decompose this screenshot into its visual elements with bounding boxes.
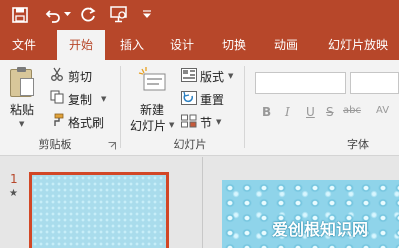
character-spacing-button[interactable]: AV bbox=[376, 105, 389, 116]
new-slide-label-line2[interactable]: 幻灯片 bbox=[130, 117, 166, 134]
tab-transitions[interactable]: 切换 bbox=[214, 30, 254, 60]
group-separator bbox=[244, 66, 245, 148]
tab-insert[interactable]: 插入 bbox=[112, 30, 152, 60]
cut-button[interactable]: 剪切 bbox=[68, 68, 92, 85]
tab-slideshow[interactable]: 幻灯片放映 bbox=[320, 30, 396, 60]
start-slideshow-icon[interactable] bbox=[110, 6, 128, 23]
clipboard-group-label: 剪贴板 bbox=[38, 138, 72, 151]
tab-animations[interactable]: 动画 bbox=[264, 30, 308, 60]
underline-button[interactable]: U bbox=[306, 105, 315, 119]
group-separator bbox=[120, 66, 121, 148]
watermark-text: 爱创根知识网 bbox=[272, 220, 369, 239]
bold-button[interactable]: B bbox=[262, 105, 271, 119]
layout-icon bbox=[181, 68, 197, 82]
ribbon-tabs: 文件 开始 插入 设计 切换 动画 幻灯片放映 bbox=[0, 30, 399, 60]
save-icon[interactable] bbox=[12, 7, 28, 23]
copy-button[interactable]: 复制 bbox=[68, 91, 92, 108]
clipboard-launcher-icon[interactable] bbox=[108, 142, 116, 150]
tab-home[interactable]: 开始 bbox=[57, 30, 105, 60]
strikethrough-button[interactable]: S bbox=[326, 105, 334, 119]
section-icon bbox=[181, 114, 197, 128]
pane-splitter[interactable] bbox=[202, 157, 203, 248]
slides-group-label: 幻灯片 bbox=[173, 138, 207, 151]
quick-access-toolbar bbox=[0, 0, 399, 30]
tab-design[interactable]: 设计 bbox=[162, 30, 202, 60]
font-name-combobox[interactable] bbox=[255, 72, 346, 94]
reset-icon bbox=[181, 91, 197, 105]
section-dropdown-icon[interactable]: ▼ bbox=[216, 118, 221, 126]
tab-file[interactable]: 文件 bbox=[4, 30, 44, 60]
paste-dropdown-icon[interactable]: ▼ bbox=[19, 120, 24, 128]
layout-button[interactable]: 版式 bbox=[200, 68, 224, 85]
italic-button[interactable]: I bbox=[285, 105, 290, 119]
reset-button[interactable]: 重置 bbox=[200, 91, 224, 108]
font-size-combobox[interactable] bbox=[350, 72, 399, 94]
undo-icon[interactable] bbox=[45, 7, 61, 23]
font-group-label: 字体 bbox=[347, 138, 369, 151]
copy-dropdown-icon[interactable]: ▼ bbox=[101, 95, 106, 103]
format-painter-button[interactable]: 格式刷 bbox=[68, 114, 104, 131]
copy-icon bbox=[50, 90, 64, 104]
section-button[interactable]: 节 bbox=[200, 114, 212, 131]
new-slide-icon[interactable] bbox=[138, 66, 166, 92]
paste-icon[interactable] bbox=[10, 67, 34, 97]
format-painter-icon bbox=[54, 113, 64, 126]
redo-icon[interactable] bbox=[80, 6, 97, 23]
layout-dropdown-icon[interactable]: ▼ bbox=[228, 72, 233, 80]
customize-qat-icon[interactable] bbox=[143, 10, 151, 19]
text-shadow-button[interactable]: abc bbox=[343, 105, 361, 116]
new-slide-dropdown-icon[interactable]: ▼ bbox=[169, 121, 174, 129]
new-slide-label-line1[interactable]: 新建 bbox=[140, 101, 164, 118]
slide-animation-star-icon: ★ bbox=[9, 188, 18, 199]
slide-thumbnail-1[interactable] bbox=[29, 172, 169, 248]
scissors-icon bbox=[51, 67, 63, 81]
undo-dropdown-icon[interactable] bbox=[64, 12, 71, 17]
paste-button-label[interactable]: 粘贴 bbox=[10, 101, 34, 118]
ribbon-home: 粘贴 ▼ 剪切 复制 ▼ 格式刷 剪贴板 新建 幻灯片 ▼ 版式 ▼ 重置 节 … bbox=[0, 60, 399, 156]
slide-number: 1 bbox=[10, 172, 18, 186]
